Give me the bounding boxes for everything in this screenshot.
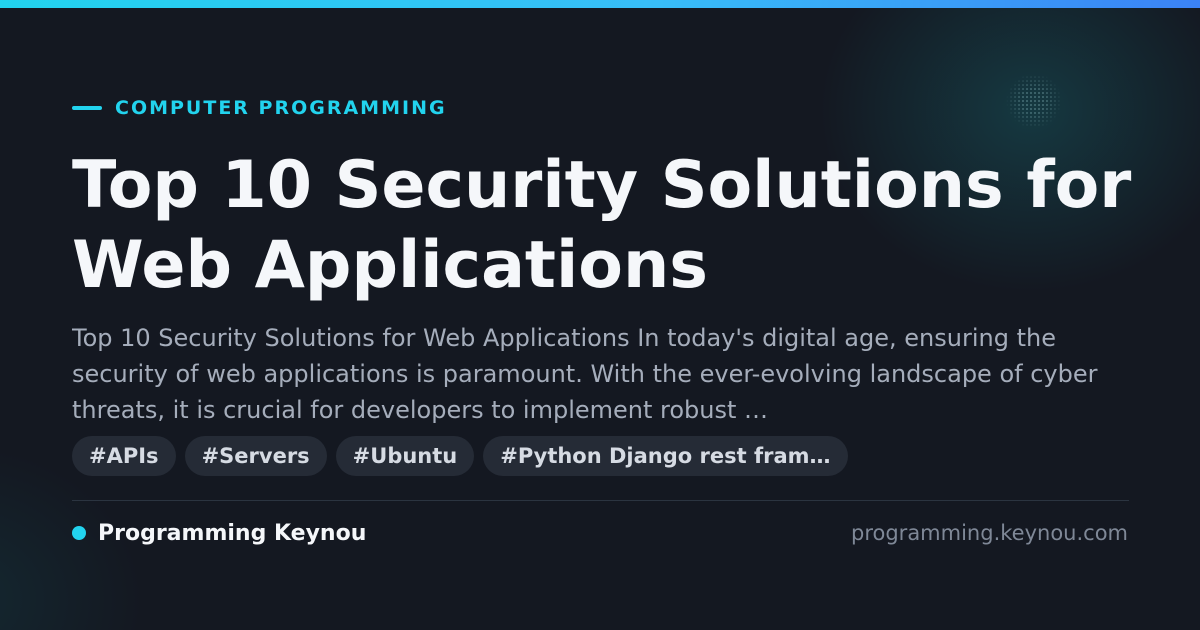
dot-pattern-decoration	[1005, 75, 1063, 127]
dash-icon	[72, 106, 102, 110]
tag-python-django[interactable]: #Python Django rest fram…	[483, 436, 848, 476]
brand: Programming Keynou	[72, 518, 366, 548]
footer-divider	[72, 500, 1129, 501]
tag-apis[interactable]: #APIs	[72, 436, 176, 476]
tag-list: #APIs #Servers #Ubuntu #Python Django re…	[72, 436, 857, 476]
category-label: COMPUTER PROGRAMMING	[115, 97, 447, 119]
page-title: Top 10 Security Solutions for Web Applic…	[72, 148, 1132, 303]
site-name: Programming Keynou	[98, 520, 367, 546]
dot-icon	[72, 526, 86, 540]
tag-ubuntu[interactable]: #Ubuntu	[335, 436, 475, 476]
top-accent-bar	[0, 0, 1200, 8]
share-card: COMPUTER PROGRAMMING Top 10 Security Sol…	[0, 0, 1200, 630]
tag-servers[interactable]: #Servers	[184, 436, 327, 476]
article-excerpt: Top 10 Security Solutions for Web Applic…	[72, 324, 1098, 424]
site-domain: programming.keynou.com	[851, 521, 1128, 545]
category-row: COMPUTER PROGRAMMING	[72, 95, 447, 121]
